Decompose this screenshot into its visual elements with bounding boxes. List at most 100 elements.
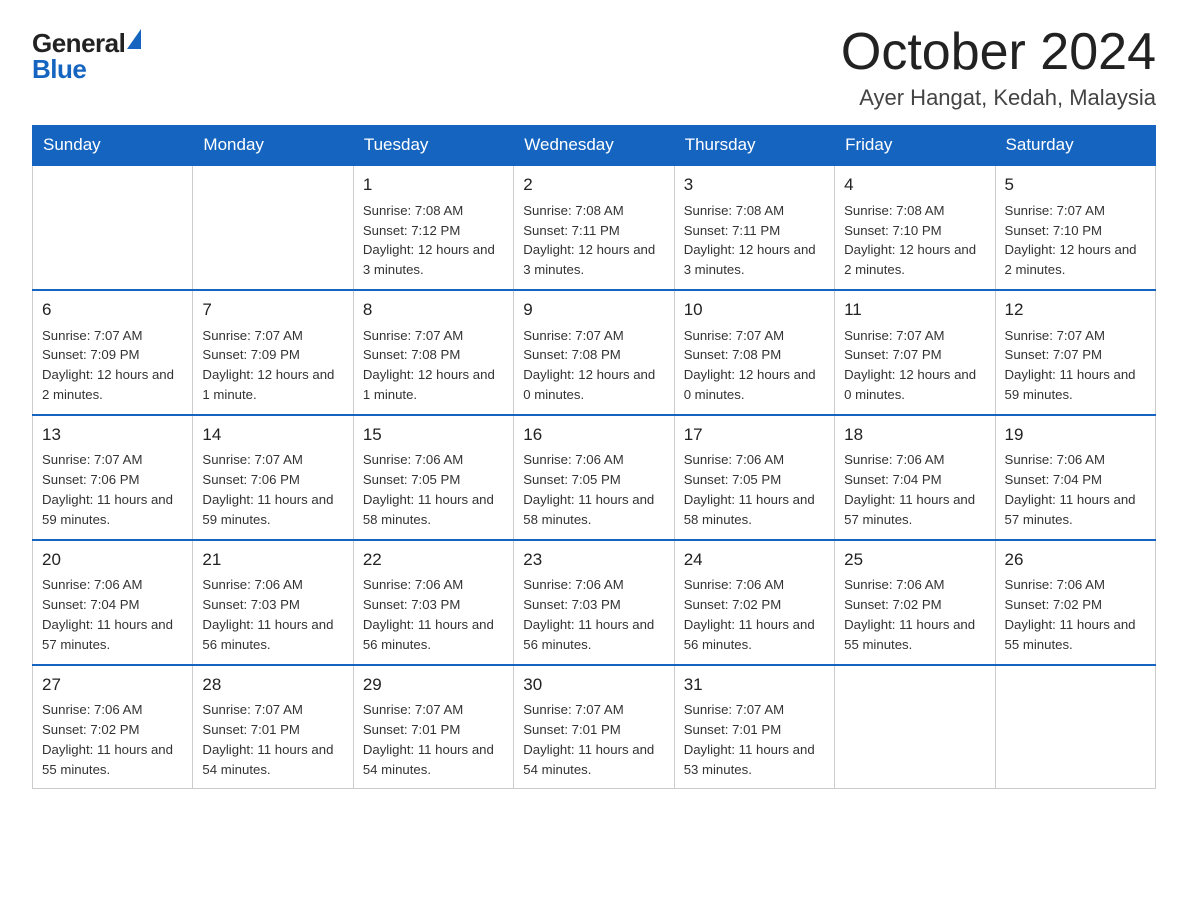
page-header: General Blue October 2024 Ayer Hangat, K…	[32, 24, 1156, 111]
day-info: Sunrise: 7:06 AM Sunset: 7:02 PM Dayligh…	[684, 575, 825, 654]
day-number: 14	[202, 423, 343, 448]
day-number: 21	[202, 548, 343, 573]
day-info: Sunrise: 7:07 AM Sunset: 7:08 PM Dayligh…	[523, 326, 664, 405]
calendar-day-cell: 25Sunrise: 7:06 AM Sunset: 7:02 PM Dayli…	[835, 540, 995, 665]
calendar-day-cell: 21Sunrise: 7:06 AM Sunset: 7:03 PM Dayli…	[193, 540, 353, 665]
calendar-week-row: 1 Sunrise: 7:08 AM Sunset: 7:12 PM Daylig…	[33, 165, 1156, 290]
day-number: 7	[202, 298, 343, 323]
day-info: Sunrise: 7:06 AM Sunset: 7:04 PM Dayligh…	[844, 450, 985, 529]
calendar-day-cell: 7Sunrise: 7:07 AM Sunset: 7:09 PM Daylig…	[193, 290, 353, 415]
calendar-week-row: 6 Sunrise: 7:07 AM Sunset: 7:09 PM Daylig…	[33, 290, 1156, 415]
day-number: 4	[844, 173, 985, 198]
day-number: 10	[684, 298, 825, 323]
day-info: Sunrise: 7:06 AM Sunset: 7:02 PM Dayligh…	[1005, 575, 1146, 654]
day-number: 5	[1005, 173, 1146, 198]
day-info: Sunrise: 7:07 AM Sunset: 7:01 PM Dayligh…	[523, 700, 664, 779]
calendar-day-cell: 20Sunrise: 7:06 AM Sunset: 7:04 PM Dayli…	[33, 540, 193, 665]
day-number: 3	[684, 173, 825, 198]
calendar-table: SundayMondayTuesdayWednesdayThursdayFrid…	[32, 125, 1156, 789]
day-info: Sunrise: 7:07 AM Sunset: 7:01 PM Dayligh…	[684, 700, 825, 779]
day-info: Sunrise: 7:07 AM Sunset: 7:10 PM Dayligh…	[1005, 201, 1146, 280]
calendar-day-cell	[193, 165, 353, 290]
day-number: 16	[523, 423, 664, 448]
day-number: 17	[684, 423, 825, 448]
calendar-day-cell: 14Sunrise: 7:07 AM Sunset: 7:06 PM Dayli…	[193, 415, 353, 540]
day-info: Sunrise: 7:07 AM Sunset: 7:08 PM Dayligh…	[363, 326, 504, 405]
calendar-day-cell: 17Sunrise: 7:06 AM Sunset: 7:05 PM Dayli…	[674, 415, 834, 540]
day-info: Sunrise: 7:08 AM Sunset: 7:11 PM Dayligh…	[523, 201, 664, 280]
day-info: Sunrise: 7:06 AM Sunset: 7:04 PM Dayligh…	[42, 575, 183, 654]
day-info: Sunrise: 7:07 AM Sunset: 7:01 PM Dayligh…	[202, 700, 343, 779]
day-info: Sunrise: 7:06 AM Sunset: 7:05 PM Dayligh…	[523, 450, 664, 529]
day-info: Sunrise: 7:08 AM Sunset: 7:11 PM Dayligh…	[684, 201, 825, 280]
calendar-day-cell: 12Sunrise: 7:07 AM Sunset: 7:07 PM Dayli…	[995, 290, 1155, 415]
day-number: 24	[684, 548, 825, 573]
calendar-day-cell: 26Sunrise: 7:06 AM Sunset: 7:02 PM Dayli…	[995, 540, 1155, 665]
day-info: Sunrise: 7:06 AM Sunset: 7:04 PM Dayligh…	[1005, 450, 1146, 529]
day-number: 12	[1005, 298, 1146, 323]
day-info: Sunrise: 7:07 AM Sunset: 7:08 PM Dayligh…	[684, 326, 825, 405]
day-number: 19	[1005, 423, 1146, 448]
calendar-day-cell: 6 Sunrise: 7:07 AM Sunset: 7:09 PM Daylig…	[33, 290, 193, 415]
day-info: Sunrise: 7:07 AM Sunset: 7:01 PM Dayligh…	[363, 700, 504, 779]
day-number: 25	[844, 548, 985, 573]
calendar-day-cell	[995, 665, 1155, 789]
calendar-day-cell: 28Sunrise: 7:07 AM Sunset: 7:01 PM Dayli…	[193, 665, 353, 789]
calendar-week-row: 13Sunrise: 7:07 AM Sunset: 7:06 PM Dayli…	[33, 415, 1156, 540]
day-info: Sunrise: 7:07 AM Sunset: 7:06 PM Dayligh…	[202, 450, 343, 529]
day-number: 30	[523, 673, 664, 698]
logo: General Blue	[32, 30, 141, 82]
calendar-week-row: 27Sunrise: 7:06 AM Sunset: 7:02 PM Dayli…	[33, 665, 1156, 789]
day-info: Sunrise: 7:08 AM Sunset: 7:10 PM Dayligh…	[844, 201, 985, 280]
location-title: Ayer Hangat, Kedah, Malaysia	[841, 85, 1156, 111]
calendar-day-cell: 1 Sunrise: 7:08 AM Sunset: 7:12 PM Daylig…	[353, 165, 513, 290]
day-number: 8	[363, 298, 504, 323]
calendar-day-cell: 27Sunrise: 7:06 AM Sunset: 7:02 PM Dayli…	[33, 665, 193, 789]
day-of-week-header: Saturday	[995, 126, 1155, 166]
day-of-week-header: Wednesday	[514, 126, 674, 166]
calendar-day-cell: 22Sunrise: 7:06 AM Sunset: 7:03 PM Dayli…	[353, 540, 513, 665]
day-number: 31	[684, 673, 825, 698]
calendar-week-row: 20Sunrise: 7:06 AM Sunset: 7:04 PM Dayli…	[33, 540, 1156, 665]
day-info: Sunrise: 7:06 AM Sunset: 7:03 PM Dayligh…	[523, 575, 664, 654]
day-of-week-header: Friday	[835, 126, 995, 166]
title-block: October 2024 Ayer Hangat, Kedah, Malaysi…	[841, 24, 1156, 111]
day-number: 28	[202, 673, 343, 698]
day-info: Sunrise: 7:06 AM Sunset: 7:03 PM Dayligh…	[202, 575, 343, 654]
day-info: Sunrise: 7:07 AM Sunset: 7:06 PM Dayligh…	[42, 450, 183, 529]
day-number: 29	[363, 673, 504, 698]
calendar-day-cell	[835, 665, 995, 789]
month-title: October 2024	[841, 24, 1156, 81]
day-number: 18	[844, 423, 985, 448]
calendar-day-cell: 16Sunrise: 7:06 AM Sunset: 7:05 PM Dayli…	[514, 415, 674, 540]
calendar-day-cell: 30Sunrise: 7:07 AM Sunset: 7:01 PM Dayli…	[514, 665, 674, 789]
calendar-day-cell: 5 Sunrise: 7:07 AM Sunset: 7:10 PM Daylig…	[995, 165, 1155, 290]
day-info: Sunrise: 7:06 AM Sunset: 7:03 PM Dayligh…	[363, 575, 504, 654]
day-info: Sunrise: 7:07 AM Sunset: 7:09 PM Dayligh…	[42, 326, 183, 405]
day-number: 6	[42, 298, 183, 323]
day-number: 11	[844, 298, 985, 323]
day-number: 1	[363, 173, 504, 198]
calendar-day-cell: 24Sunrise: 7:06 AM Sunset: 7:02 PM Dayli…	[674, 540, 834, 665]
day-of-week-header: Sunday	[33, 126, 193, 166]
day-info: Sunrise: 7:06 AM Sunset: 7:02 PM Dayligh…	[42, 700, 183, 779]
calendar-day-cell: 13Sunrise: 7:07 AM Sunset: 7:06 PM Dayli…	[33, 415, 193, 540]
day-number: 2	[523, 173, 664, 198]
logo-triangle-icon	[127, 29, 141, 49]
day-number: 26	[1005, 548, 1146, 573]
calendar-day-cell: 23Sunrise: 7:06 AM Sunset: 7:03 PM Dayli…	[514, 540, 674, 665]
day-of-week-header: Monday	[193, 126, 353, 166]
day-number: 23	[523, 548, 664, 573]
day-number: 15	[363, 423, 504, 448]
day-number: 27	[42, 673, 183, 698]
calendar-day-cell: 15Sunrise: 7:06 AM Sunset: 7:05 PM Dayli…	[353, 415, 513, 540]
day-info: Sunrise: 7:06 AM Sunset: 7:05 PM Dayligh…	[684, 450, 825, 529]
calendar-day-cell	[33, 165, 193, 290]
calendar-day-cell: 31Sunrise: 7:07 AM Sunset: 7:01 PM Dayli…	[674, 665, 834, 789]
day-number: 20	[42, 548, 183, 573]
day-info: Sunrise: 7:08 AM Sunset: 7:12 PM Dayligh…	[363, 201, 504, 280]
calendar-day-cell: 2 Sunrise: 7:08 AM Sunset: 7:11 PM Daylig…	[514, 165, 674, 290]
day-info: Sunrise: 7:06 AM Sunset: 7:02 PM Dayligh…	[844, 575, 985, 654]
calendar-day-cell: 4 Sunrise: 7:08 AM Sunset: 7:10 PM Daylig…	[835, 165, 995, 290]
logo-general-text: General	[32, 30, 125, 56]
